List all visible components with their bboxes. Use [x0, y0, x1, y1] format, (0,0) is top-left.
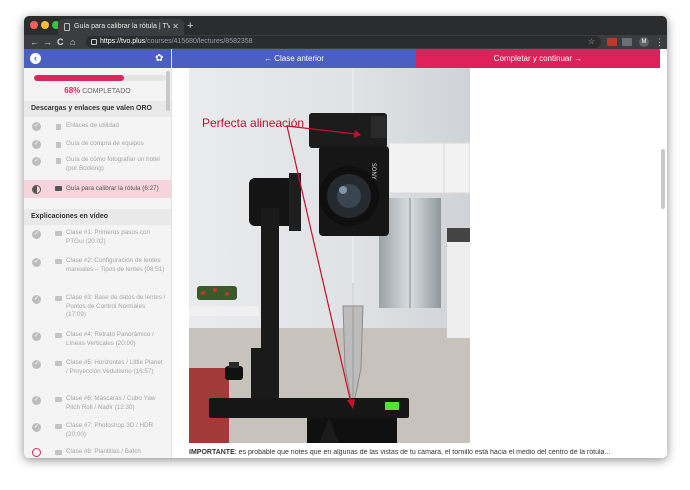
url-text: https://tvo.plus/courses/415680/lectures… — [100, 36, 253, 48]
home-icon[interactable]: ⌂ — [70, 35, 75, 49]
minimize-window-button[interactable] — [41, 21, 49, 29]
body-paragraph: : es probable que notes que en algunas d… — [234, 449, 611, 456]
lecture-item[interactable]: ✓ Clase #7: Photoshop 3D / HDR (20:00) — [24, 419, 171, 443]
lecture-main: ← Clase anterior Completar y continuar → — [172, 49, 667, 458]
document-icon — [56, 124, 61, 130]
reload-icon[interactable]: C — [57, 35, 64, 49]
video-icon — [55, 296, 62, 301]
document-icon — [56, 158, 61, 164]
completed-check-icon: ✓ — [32, 396, 41, 405]
lecture-label: Clase #7: Photoshop 3D / HDR (20:00) — [66, 422, 154, 438]
new-tab-button[interactable]: + — [187, 19, 193, 33]
back-arrow-icon[interactable]: ← — [30, 35, 39, 49]
completed-check-icon: ✓ — [32, 258, 41, 267]
lecture-photo: SONY Perfecta alineación — [189, 68, 470, 443]
completed-check-icon: ✓ — [32, 230, 41, 239]
sidebar-scrollbar[interactable] — [166, 71, 170, 111]
lecture-item[interactable]: ✓ Guía de cómo fotografiar un hotel (por… — [24, 153, 171, 178]
completed-check-icon: ✓ — [32, 140, 41, 149]
lecture-item[interactable]: ✓ Clase #5: Horizontes / Little Planet /… — [24, 356, 171, 388]
lock-icon — [91, 39, 97, 45]
completed-check-icon: ✓ — [32, 122, 41, 131]
lecture-item[interactable]: ✓ Clase #3: Base de datos de lentes / Pu… — [24, 291, 171, 323]
not-started-icon — [32, 448, 41, 457]
alignment-annotation: Perfecta alineación — [202, 116, 305, 130]
video-icon — [55, 424, 62, 429]
browser-window: Guía para calibrar la rótula | TVO ✕ + ←… — [24, 16, 667, 458]
progress-label: COMPLETADO — [82, 88, 131, 95]
section-title-downloads: Descargas y enlaces que valen ORO — [24, 101, 171, 117]
url-host: https://tvo.plus — [100, 38, 146, 45]
lecture-label: Clase #4: Retrato Panorámico / Líneas Ve… — [66, 331, 154, 347]
lecture-item-current[interactable]: Guía para calibrar la rótula (6:27) — [24, 180, 171, 198]
completed-check-icon: ✓ — [32, 332, 41, 341]
page-favicon-icon — [64, 23, 70, 31]
tab-title: Guía para calibrar la rótula | TVO — [74, 23, 170, 30]
lecture-item[interactable]: ✓ Clase #2: Configuración de lentes manu… — [24, 254, 171, 286]
address-bar-row: ← → C ⌂ https://tvo.plus/courses/415680/… — [24, 35, 667, 49]
lecture-item[interactable]: ✓ Clase #6: Máscaras / Cubo Yaw Pitch Ro… — [24, 392, 171, 416]
browser-menu-icon[interactable]: ⋮ — [655, 35, 664, 49]
page-content: ‹ ✿ 68% COMPLETADO Descargas y enlaces q… — [24, 49, 667, 458]
settings-gear-icon[interactable]: ✿ — [155, 52, 163, 65]
lecture-label: Clase #3: Base de datos de lentes / Punt… — [66, 294, 166, 319]
extension-icon[interactable] — [607, 38, 617, 46]
back-to-course-icon[interactable]: ‹ — [30, 53, 41, 64]
lecture-label: Guía para calibrar la rótula (6:27) — [66, 185, 159, 192]
completed-check-icon: ✓ — [32, 157, 41, 166]
document-icon — [56, 142, 61, 148]
extension-icon[interactable] — [622, 38, 632, 46]
video-icon — [55, 397, 62, 402]
video-icon — [55, 333, 62, 338]
lecture-label: Clase #2: Configuración de lentes manual… — [66, 257, 165, 273]
lecture-label: Guía de compra de equipos — [66, 140, 144, 147]
tab-close-icon[interactable]: ✕ — [172, 19, 179, 35]
lecture-item[interactable]: Clase #8: Plantillas / Batch — [24, 446, 171, 458]
browser-tab[interactable]: Guía para calibrar la rótula | TVO ✕ — [58, 19, 184, 35]
section-title-videos: Explicaciones en vídeo — [24, 209, 171, 225]
lecture-label: Enlaces de utilidad — [66, 122, 119, 129]
bookmark-star-icon[interactable]: ☆ — [588, 36, 595, 48]
video-icon — [55, 259, 62, 264]
completed-check-icon: ✓ — [32, 360, 41, 369]
lecture-item[interactable]: ✓ Guía de compra de equipos — [24, 135, 171, 153]
video-icon — [55, 361, 62, 366]
progress-fill — [34, 75, 124, 81]
video-icon — [55, 231, 62, 236]
video-icon — [55, 186, 62, 191]
close-window-button[interactable] — [30, 21, 38, 29]
lecture-label: Clase #1: Primeros pasos con PTGui (20:0… — [66, 229, 150, 245]
completed-check-icon: ✓ — [32, 423, 41, 432]
lecture-item[interactable]: ✓ Clase #1: Primeros pasos con PTGui (20… — [24, 226, 171, 250]
page-scrollbar[interactable] — [661, 149, 665, 209]
video-icon — [55, 450, 62, 455]
lecture-item[interactable]: ✓ Enlaces de utilidad — [24, 117, 171, 135]
completed-check-icon: ✓ — [32, 295, 41, 304]
profile-avatar[interactable]: M — [639, 37, 649, 47]
previous-lecture-button[interactable]: ← Clase anterior — [172, 49, 416, 68]
lecture-label: Clase #5: Horizontes / Little Planet / P… — [66, 359, 163, 375]
lecture-item[interactable]: ✓ Clase #4: Retrato Panorámico / Líneas … — [24, 328, 171, 352]
lecture-label: Guía de cómo fotografiar un hotel (por B… — [66, 156, 160, 172]
in-progress-icon — [32, 185, 41, 194]
sidebar-header: ‹ ✿ — [24, 49, 171, 68]
progress-percent: 68% — [64, 86, 81, 95]
url-field[interactable]: https://tvo.plus/courses/415680/lectures… — [86, 36, 601, 48]
camera-brand-text: SONY — [370, 163, 377, 180]
progress-bar — [34, 75, 166, 81]
tab-bar: Guía para calibrar la rótula | TVO ✕ + — [24, 16, 667, 35]
complete-and-continue-button[interactable]: Completar y continuar → — [416, 49, 660, 68]
lecture-label: Clase #6: Máscaras / Cubo Yaw Pitch Roll… — [66, 395, 156, 411]
body-important-label: IMPORTANTE — [189, 449, 235, 456]
forward-arrow-icon[interactable]: → — [43, 35, 52, 49]
url-path: /courses/415680/lectures/8582358 — [145, 38, 253, 45]
course-sidebar: ‹ ✿ 68% COMPLETADO Descargas y enlaces q… — [24, 49, 172, 458]
lecture-body-text: IMPORTANTE: es probable que notes que en… — [189, 449, 659, 456]
lecture-label: Clase #8: Plantillas / Batch — [66, 448, 141, 455]
progress-text: 68% COMPLETADO — [24, 86, 171, 95]
